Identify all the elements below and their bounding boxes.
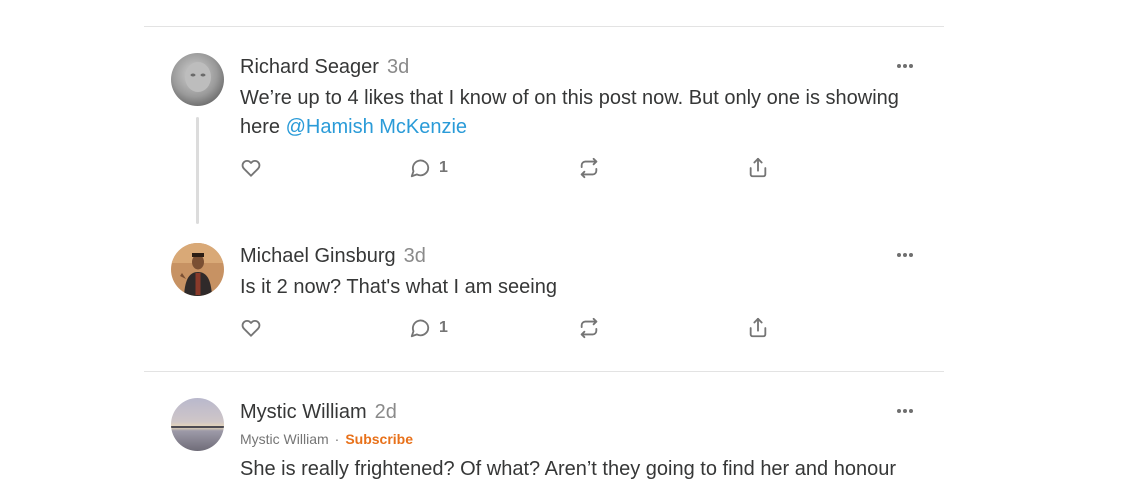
reply-button[interactable]: 1	[409, 156, 448, 180]
share-button[interactable]	[747, 156, 769, 180]
comment-time[interactable]: 3d	[404, 245, 426, 267]
author-name[interactable]: Mystic William	[240, 401, 367, 423]
comment-divider	[144, 371, 944, 372]
comment-body: She is really frightened? Of what? Aren’…	[240, 458, 896, 480]
thread-line	[196, 117, 199, 224]
restack-icon	[580, 157, 598, 179]
mention-link[interactable]: @Hamish McKenzie	[286, 116, 467, 138]
comment-header: Michael Ginsburg 3d	[240, 245, 426, 268]
more-dots-icon[interactable]	[897, 62, 917, 70]
share-icon	[749, 317, 767, 338]
comment-header: Mystic William 2d	[240, 401, 397, 424]
avatar[interactable]	[171, 398, 224, 451]
comment-bubble-icon	[410, 159, 430, 178]
comment-time[interactable]: 3d	[387, 56, 409, 78]
restack-icon	[580, 317, 598, 339]
top-divider	[144, 26, 944, 27]
publication-line: Mystic William · Subscribe	[240, 431, 413, 447]
more-dots-icon[interactable]	[897, 407, 917, 415]
restack-button[interactable]	[578, 156, 600, 180]
reply-count: 1	[439, 319, 448, 336]
author-name[interactable]: Richard Seager	[240, 56, 379, 78]
share-icon	[749, 157, 767, 178]
subscribe-link[interactable]: Subscribe	[345, 431, 413, 447]
share-button[interactable]	[747, 316, 769, 340]
comment-header: Richard Seager 3d	[240, 56, 409, 79]
like-button[interactable]	[240, 156, 262, 180]
comment-body: Is it 2 now? That's what I am seeing	[240, 276, 557, 298]
comment-bubble-icon	[410, 319, 430, 338]
like-button[interactable]	[240, 316, 262, 340]
restack-button[interactable]	[578, 316, 600, 340]
heart-icon	[241, 319, 261, 337]
reply-button[interactable]: 1	[409, 316, 448, 340]
comment-time[interactable]: 2d	[375, 401, 397, 423]
publication-name[interactable]: Mystic William	[240, 431, 329, 447]
avatar[interactable]	[171, 243, 224, 296]
reply-count: 1	[439, 159, 448, 176]
comment-body: We’re up to 4 likes that I know of on th…	[240, 84, 920, 142]
avatar[interactable]	[171, 53, 224, 106]
separator-dot: ·	[334, 431, 340, 447]
more-dots-icon[interactable]	[897, 251, 917, 259]
heart-icon	[241, 159, 261, 177]
author-name[interactable]: Michael Ginsburg	[240, 245, 396, 267]
